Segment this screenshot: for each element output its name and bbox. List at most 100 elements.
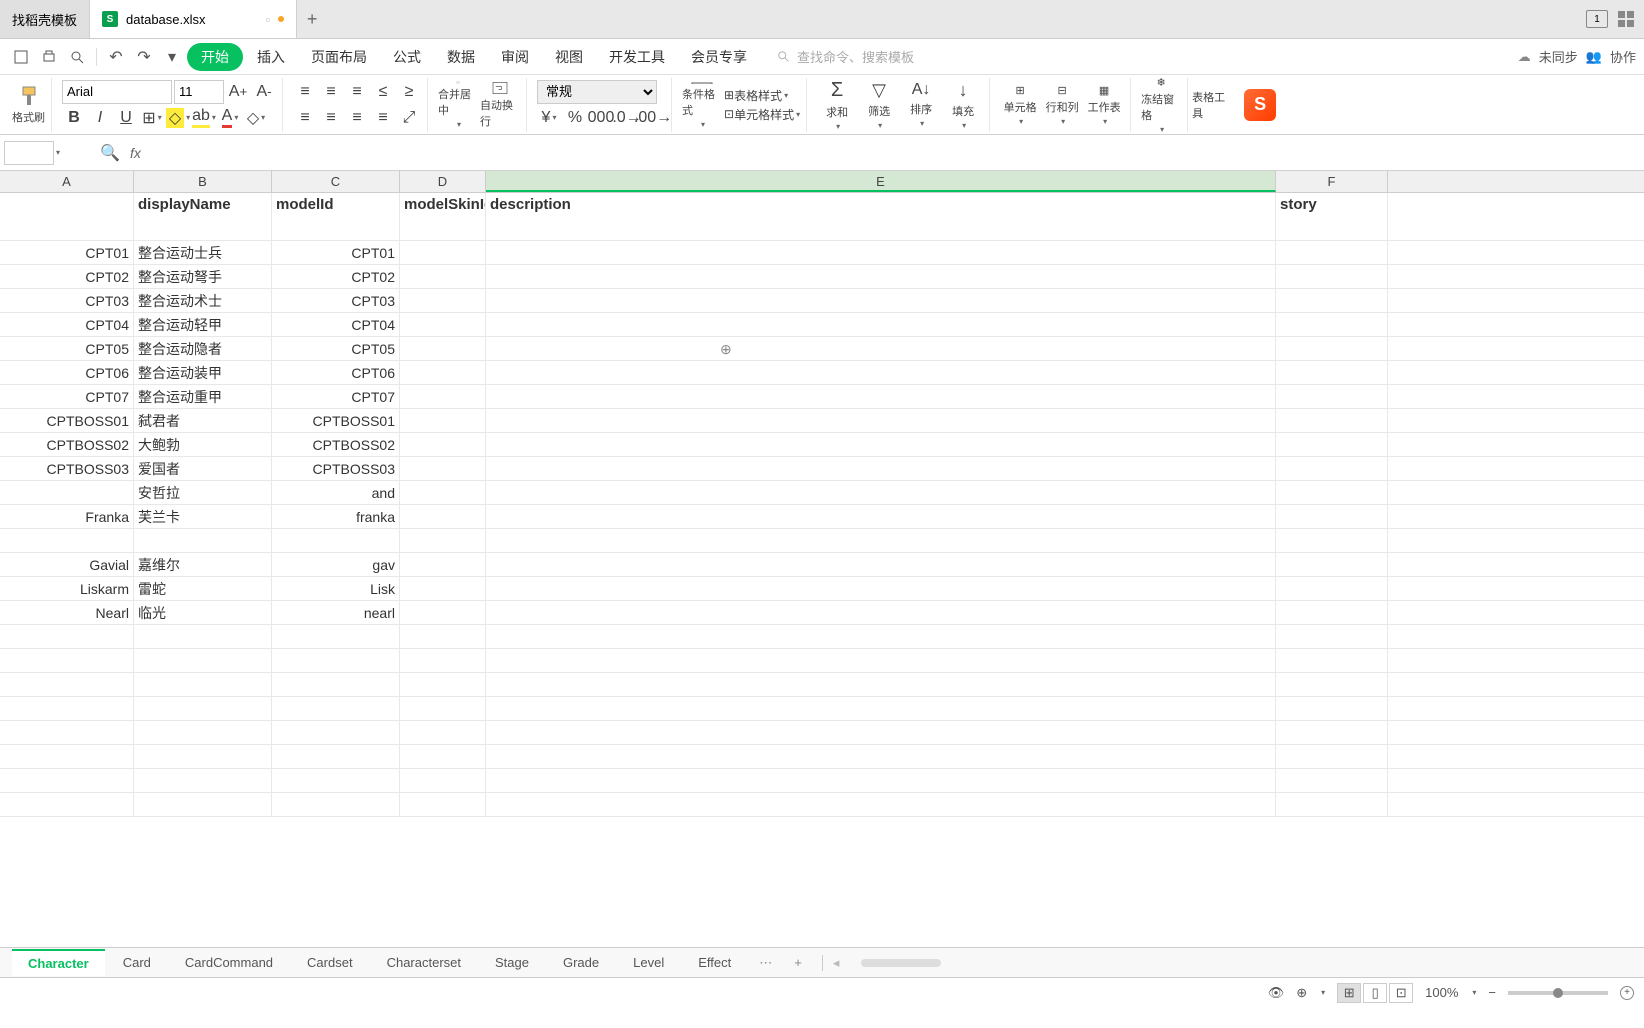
- col-header-a[interactable]: A: [0, 171, 134, 192]
- cell[interactable]: [400, 577, 486, 600]
- paste-icon[interactable]: [8, 44, 34, 70]
- cell[interactable]: 整合运动弩手: [134, 265, 272, 288]
- cell[interactable]: [486, 577, 1276, 600]
- number-format-select[interactable]: 常规: [537, 80, 657, 104]
- cell[interactable]: [486, 337, 1276, 360]
- sheet-level[interactable]: Level: [617, 950, 680, 975]
- cell[interactable]: [486, 505, 1276, 528]
- cell[interactable]: CPT04: [0, 313, 134, 336]
- indent-decrease-icon[interactable]: ≤: [371, 80, 395, 104]
- cell[interactable]: 嘉维尔: [134, 553, 272, 576]
- cell[interactable]: [486, 385, 1276, 408]
- cell[interactable]: [1276, 337, 1388, 360]
- sort-button[interactable]: A↓排序▾: [901, 81, 941, 129]
- cell[interactable]: 大鲍勃: [134, 433, 272, 456]
- cell[interactable]: CPT06: [272, 361, 400, 384]
- collab-label[interactable]: 协作: [1610, 47, 1636, 66]
- cell[interactable]: [1276, 529, 1388, 552]
- cell[interactable]: CPT01: [272, 241, 400, 264]
- cell[interactable]: [486, 409, 1276, 432]
- cell[interactable]: [400, 337, 486, 360]
- window-mode-icon[interactable]: 1: [1586, 10, 1608, 28]
- cell[interactable]: CPT03: [272, 289, 400, 312]
- eye-icon[interactable]: 👁: [1268, 985, 1285, 1001]
- cell[interactable]: [400, 457, 486, 480]
- filter-button[interactable]: ▽筛选▾: [859, 81, 899, 129]
- decrease-font-icon[interactable]: A-: [252, 80, 276, 104]
- preview-icon[interactable]: [64, 44, 90, 70]
- cell[interactable]: [400, 241, 486, 264]
- cell[interactable]: [1276, 265, 1388, 288]
- cell[interactable]: 整合运动隐者: [134, 337, 272, 360]
- cell[interactable]: [486, 433, 1276, 456]
- cell[interactable]: CPTBOSS01: [272, 409, 400, 432]
- cell[interactable]: [1276, 457, 1388, 480]
- cell[interactable]: [400, 601, 486, 624]
- cell[interactable]: CPT07: [0, 385, 134, 408]
- table-tools-button[interactable]: 表格工具: [1192, 81, 1232, 129]
- sheet-characterset[interactable]: Characterset: [371, 950, 477, 975]
- sheet-button[interactable]: ▦工作表▾: [1084, 81, 1124, 129]
- align-justify-icon[interactable]: ≡: [371, 106, 395, 130]
- table-style-button[interactable]: ⊞ 表格样式▾: [724, 87, 800, 104]
- cell[interactable]: Lisk: [272, 577, 400, 600]
- cell-style-button[interactable]: ⊡ 单元格样式▾: [724, 106, 800, 123]
- cell[interactable]: CPTBOSS03: [272, 457, 400, 480]
- cell[interactable]: [400, 313, 486, 336]
- sheet-cardset[interactable]: Cardset: [291, 950, 369, 975]
- fx-icon[interactable]: fx: [130, 145, 141, 161]
- cell[interactable]: [486, 313, 1276, 336]
- cell[interactable]: [486, 265, 1276, 288]
- highlight-icon[interactable]: ab▾: [192, 106, 216, 130]
- align-right-icon[interactable]: ≡: [345, 106, 369, 130]
- header-story[interactable]: story: [1276, 193, 1388, 240]
- cell[interactable]: CPT07: [272, 385, 400, 408]
- sogou-icon[interactable]: S: [1244, 89, 1276, 121]
- cell[interactable]: 安哲拉: [134, 481, 272, 504]
- cell[interactable]: [400, 289, 486, 312]
- col-header-e[interactable]: E: [486, 171, 1276, 192]
- cell[interactable]: [1276, 241, 1388, 264]
- rowcol-button[interactable]: ⊟行和列▾: [1042, 81, 1082, 129]
- percent-icon[interactable]: %: [563, 106, 587, 130]
- col-header-c[interactable]: C: [272, 171, 400, 192]
- undo-icon[interactable]: ↶: [103, 44, 129, 70]
- header-modelskinid[interactable]: modelSkinId: [400, 193, 486, 240]
- cell[interactable]: CPT05: [272, 337, 400, 360]
- view-page-icon[interactable]: ▯: [1363, 983, 1387, 1003]
- align-bottom-icon[interactable]: ≡: [345, 80, 369, 104]
- sheet-cardcommand[interactable]: CardCommand: [169, 950, 289, 975]
- cell[interactable]: [1276, 385, 1388, 408]
- status-dropdown[interactable]: ▾: [1321, 988, 1325, 997]
- cell[interactable]: [400, 505, 486, 528]
- cell[interactable]: 整合运动装甲: [134, 361, 272, 384]
- align-middle-icon[interactable]: ≡: [319, 80, 343, 104]
- cell[interactable]: 整合运动士兵: [134, 241, 272, 264]
- sheet-stage[interactable]: Stage: [479, 950, 545, 975]
- cell[interactable]: [1276, 505, 1388, 528]
- merge-button[interactable]: 合并居中▾: [438, 81, 478, 129]
- cell[interactable]: CPTBOSS02: [0, 433, 134, 456]
- header-description[interactable]: description: [486, 193, 1276, 240]
- fill-button[interactable]: ↓填充▾: [943, 81, 983, 129]
- cell[interactable]: [1276, 361, 1388, 384]
- lookup-icon[interactable]: 🔍: [100, 143, 120, 163]
- col-header-f[interactable]: F: [1276, 171, 1388, 192]
- cell[interactable]: franka: [272, 505, 400, 528]
- align-left-icon[interactable]: ≡: [293, 106, 317, 130]
- cell[interactable]: [486, 457, 1276, 480]
- menu-vip[interactable]: 会员专享: [679, 41, 759, 73]
- cell[interactable]: [400, 409, 486, 432]
- cell[interactable]: [0, 481, 134, 504]
- cell[interactable]: [1276, 601, 1388, 624]
- underline-icon[interactable]: U: [114, 106, 138, 130]
- cell[interactable]: Franka: [0, 505, 134, 528]
- cond-format-button[interactable]: 条件格式▾: [682, 81, 722, 129]
- cell[interactable]: [486, 601, 1276, 624]
- cell[interactable]: CPT06: [0, 361, 134, 384]
- font-name-select[interactable]: [62, 80, 172, 104]
- align-top-icon[interactable]: ≡: [293, 80, 317, 104]
- sheet-scroll-left[interactable]: ◂: [833, 955, 840, 971]
- cell[interactable]: [1276, 289, 1388, 312]
- cell[interactable]: [486, 553, 1276, 576]
